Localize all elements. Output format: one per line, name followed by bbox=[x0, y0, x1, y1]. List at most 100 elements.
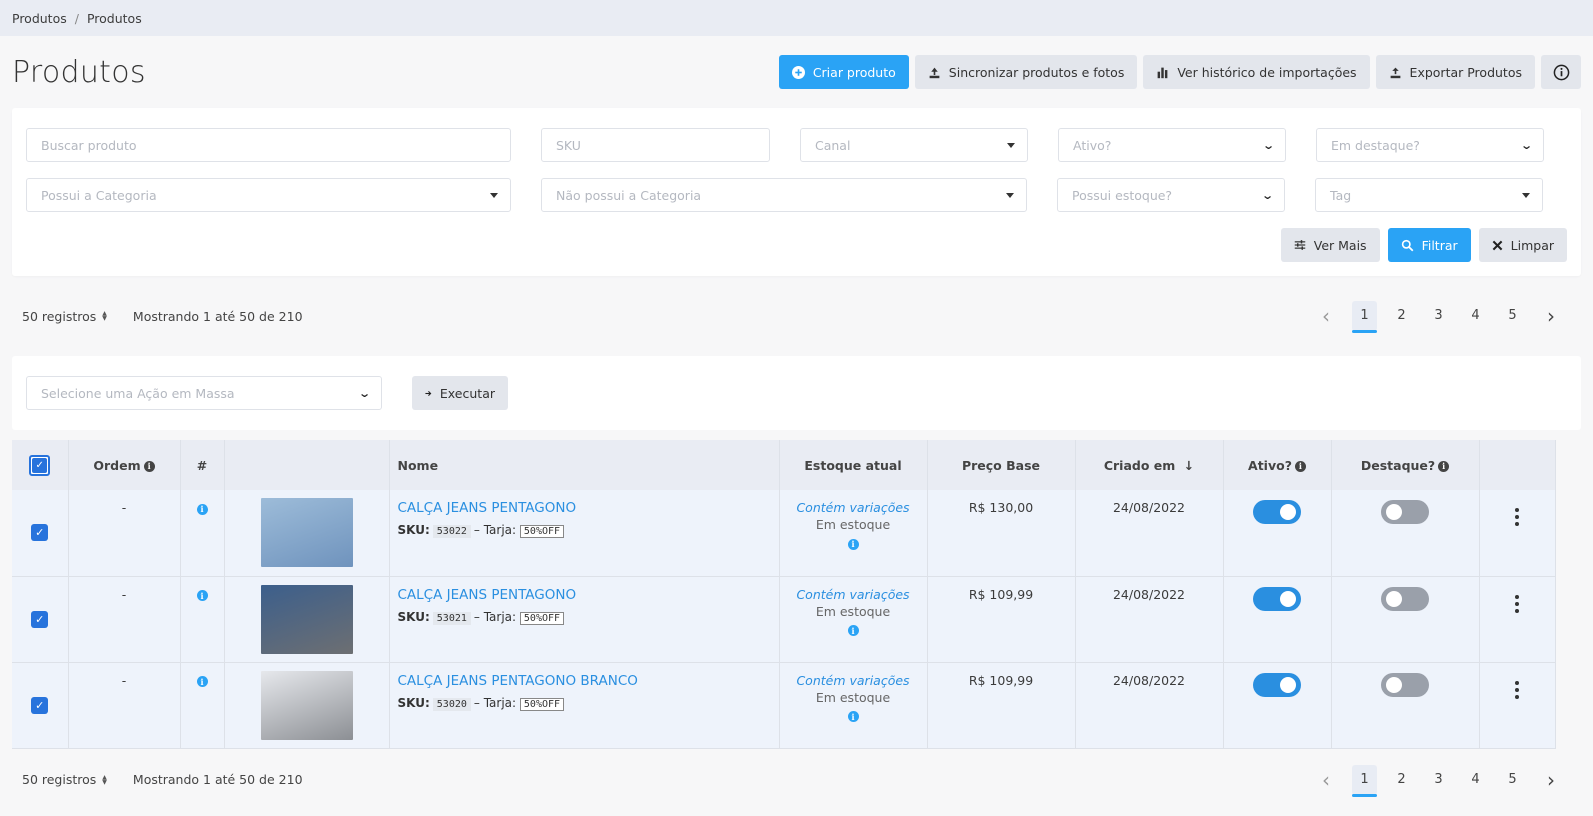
chevron-down-icon: ⌄ bbox=[357, 386, 371, 400]
possui-categoria-select[interactable]: Possui a Categoria bbox=[26, 178, 511, 212]
table-row: ✓ - i CALÇA JEANS PENTAGONO BRANCO SKU: 5… bbox=[12, 662, 1556, 749]
ver-mais-button[interactable]: Ver Mais bbox=[1280, 228, 1380, 262]
info-icon[interactable]: i bbox=[847, 625, 859, 636]
select-all-checkbox[interactable]: ✓ bbox=[29, 454, 51, 476]
destaque-toggle[interactable] bbox=[1381, 586, 1429, 611]
ativo-toggle[interactable] bbox=[1253, 500, 1301, 524]
variations-link[interactable]: Contém variações bbox=[780, 500, 927, 515]
product-name-link[interactable]: CALÇA JEANS PENTAGONO BRANCO bbox=[398, 673, 779, 689]
page-button[interactable]: 4 bbox=[1457, 301, 1494, 331]
nao-possui-categoria-placeholder: Não possui a Categoria bbox=[556, 187, 702, 203]
kebab-menu-icon[interactable] bbox=[1515, 594, 1519, 613]
page-button[interactable]: 3 bbox=[1420, 765, 1457, 795]
ordem-header[interactable]: Ordem i bbox=[68, 440, 181, 490]
info-button[interactable] bbox=[1541, 55, 1581, 89]
estoque-header[interactable]: Estoque atual bbox=[779, 440, 928, 490]
estoque-cell: Contém variações Em estoque i bbox=[779, 490, 928, 577]
destaque-toggle[interactable] bbox=[1381, 672, 1429, 697]
criado-header[interactable]: Criado em ↓ bbox=[1075, 440, 1224, 490]
kebab-menu-icon[interactable] bbox=[1515, 680, 1519, 699]
tag-select[interactable]: Tag bbox=[1315, 178, 1543, 212]
row-checkbox[interactable]: ✓ bbox=[31, 610, 49, 628]
page-button[interactable]: 2 bbox=[1383, 765, 1420, 795]
per-page-value: 50 registros bbox=[22, 772, 97, 787]
chevron-left-icon[interactable]: ‹ bbox=[1306, 304, 1346, 328]
criado-cell: 24/08/2022 bbox=[1075, 490, 1224, 577]
product-name-link[interactable]: CALÇA JEANS PENTAGONO bbox=[398, 587, 779, 603]
per-page-select[interactable]: 50 registros ▲ ▼ bbox=[22, 309, 107, 324]
preco-header[interactable]: Preço Base bbox=[927, 440, 1076, 490]
create-product-label: Criar produto bbox=[812, 64, 896, 80]
info-icon[interactable]: i bbox=[847, 538, 859, 550]
page-button[interactable]: 3 bbox=[1420, 301, 1457, 331]
info-icon[interactable]: i bbox=[143, 460, 155, 472]
kebab-menu-icon[interactable] bbox=[1515, 508, 1519, 526]
ativo-toggle[interactable] bbox=[1253, 586, 1301, 611]
variations-link[interactable]: Contém variações bbox=[780, 673, 927, 688]
filtrar-button[interactable]: Filtrar bbox=[1387, 228, 1471, 262]
mass-action-select[interactable]: Selecione uma Ação em Massa ⌄ bbox=[26, 376, 382, 410]
page-title: Produtos bbox=[12, 54, 146, 90]
toggle-knob bbox=[1280, 590, 1296, 607]
info-icon[interactable]: i bbox=[1438, 460, 1450, 472]
tarja-badge: 50%OFF bbox=[519, 525, 565, 538]
chevron-left-icon[interactable]: ‹ bbox=[1306, 768, 1346, 792]
page-button[interactable]: 4 bbox=[1457, 765, 1494, 795]
info-icon[interactable]: i bbox=[847, 711, 859, 722]
product-thumbnail[interactable] bbox=[260, 670, 353, 740]
nome-cell: CALÇA JEANS PENTAGONO SKU: 53022– Tarja: … bbox=[389, 490, 780, 577]
sort-updown-icon: ▲ ▼ bbox=[102, 773, 107, 786]
page-header: Produtos Criar produto Sincronizar produ… bbox=[0, 36, 1593, 108]
canal-select[interactable]: Canal bbox=[800, 128, 1028, 162]
page-list: ‹ 1 2 3 4 5 › bbox=[1306, 764, 1571, 797]
stock-status: Em estoque bbox=[815, 689, 891, 705]
info-icon[interactable]: i bbox=[196, 503, 208, 515]
product-thumbnail[interactable] bbox=[260, 498, 353, 567]
search-input[interactable]: Buscar produto bbox=[26, 128, 511, 162]
execute-button[interactable]: Executar bbox=[412, 376, 508, 410]
row-checkbox[interactable]: ✓ bbox=[31, 696, 49, 714]
variations-link[interactable]: Contém variações bbox=[780, 587, 927, 602]
limpar-label: Limpar bbox=[1510, 237, 1554, 253]
sku-input[interactable]: SKU bbox=[541, 128, 770, 162]
create-product-button[interactable]: Criar produto bbox=[778, 55, 909, 89]
product-thumbnail[interactable] bbox=[260, 584, 353, 654]
info-icon[interactable]: i bbox=[196, 590, 208, 601]
preco-cell: R$ 109,99 bbox=[927, 662, 1076, 749]
per-page-select[interactable]: 50 registros ▲ ▼ bbox=[22, 772, 107, 787]
product-name-link[interactable]: CALÇA JEANS PENTAGONO bbox=[398, 500, 779, 516]
import-history-button[interactable]: Ver histórico de importações bbox=[1143, 55, 1370, 89]
criado-cell: 24/08/2022 bbox=[1075, 662, 1224, 749]
page-button[interactable]: 5 bbox=[1494, 301, 1531, 331]
chevron-down-icon: ⌄ bbox=[1260, 188, 1274, 202]
pagination-summary: Mostrando 1 até 50 de 210 bbox=[132, 308, 303, 324]
destaque-select[interactable]: Em destaque? ⌄ bbox=[1316, 128, 1544, 162]
chevron-right-icon[interactable]: › bbox=[1531, 768, 1571, 792]
possui-estoque-select[interactable]: Possui estoque? ⌄ bbox=[1057, 178, 1285, 212]
ativo-header[interactable]: Ativo? i bbox=[1223, 440, 1332, 490]
ativo-select[interactable]: Ativo? ⌄ bbox=[1058, 128, 1286, 162]
page-button[interactable]: 5 bbox=[1494, 765, 1531, 795]
info-icon[interactable]: i bbox=[1294, 460, 1306, 472]
ativo-placeholder: Ativo? bbox=[1073, 137, 1112, 153]
sliders-icon bbox=[1294, 240, 1305, 250]
page-button[interactable]: 1 bbox=[1352, 301, 1377, 333]
nome-header[interactable]: Nome bbox=[389, 440, 780, 490]
nao-possui-categoria-select[interactable]: Não possui a Categoria bbox=[541, 178, 1027, 212]
destaque-header[interactable]: Destaque? i bbox=[1331, 440, 1480, 490]
export-products-button[interactable]: Exportar Produtos bbox=[1375, 55, 1535, 89]
limpar-button[interactable]: Limpar bbox=[1478, 228, 1567, 262]
page-button[interactable]: 1 bbox=[1352, 764, 1377, 797]
ativo-toggle[interactable] bbox=[1253, 672, 1301, 697]
per-page-value: 50 registros bbox=[22, 308, 97, 324]
breadcrumb-item-1[interactable]: Produtos bbox=[12, 11, 67, 26]
destaque-toggle[interactable] bbox=[1381, 500, 1429, 524]
info-icon[interactable]: i bbox=[196, 676, 208, 687]
page-button[interactable]: 2 bbox=[1383, 301, 1420, 331]
filtrar-label: Filtrar bbox=[1421, 237, 1458, 253]
sort-updown-icon: ▲ ▼ bbox=[102, 310, 107, 322]
row-checkbox[interactable]: ✓ bbox=[31, 524, 49, 542]
sync-products-button[interactable]: Sincronizar produtos e fotos bbox=[914, 55, 1138, 89]
actions-header bbox=[1479, 440, 1556, 490]
chevron-right-icon[interactable]: › bbox=[1531, 304, 1571, 328]
